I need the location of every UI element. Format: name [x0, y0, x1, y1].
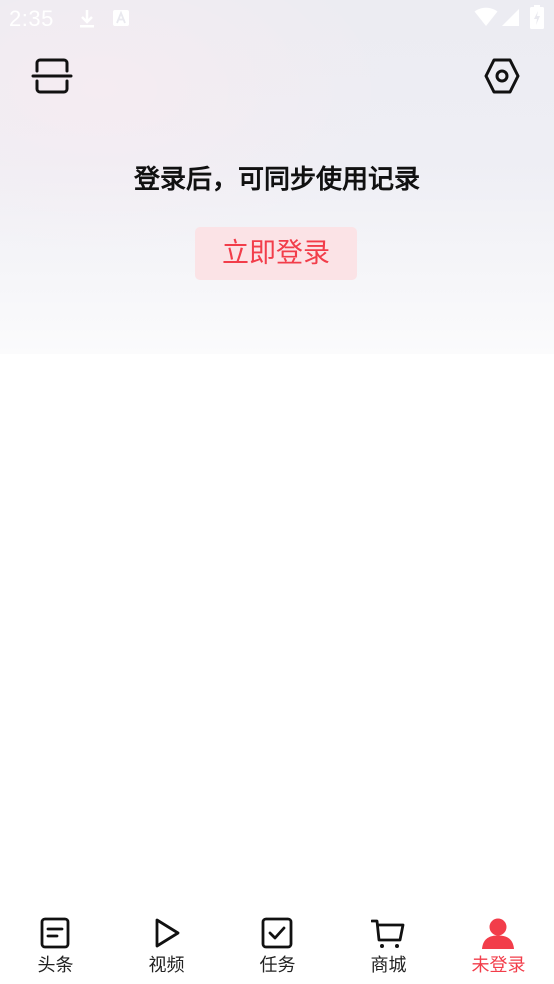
login-now-button[interactable]: 立即登录	[195, 227, 357, 280]
nav-label-headlines: 头条	[37, 955, 74, 976]
settings-icon	[484, 58, 520, 94]
user-icon	[482, 918, 514, 949]
cellular-signal-icon	[502, 9, 519, 26]
nav-label-video: 视频	[148, 955, 185, 976]
nav-label-not-logged-in: 未登录	[471, 955, 526, 976]
video-play-icon	[155, 918, 180, 948]
a-notification-icon	[113, 10, 129, 26]
download-icon	[80, 10, 94, 28]
task-check-icon	[261, 917, 293, 949]
nav-item-tasks[interactable]: 任务	[222, 904, 333, 984]
battery-icon	[530, 5, 544, 29]
scan-icon	[31, 58, 73, 94]
nav-item-not-logged-in[interactable]: 未登录	[443, 904, 554, 984]
status-bar: 2:35	[0, 0, 554, 38]
news-icon	[40, 917, 70, 949]
status-time: 2:35	[9, 6, 54, 31]
nav-item-video[interactable]: 视频	[111, 904, 222, 984]
wifi-icon	[474, 7, 498, 26]
nav-item-headlines[interactable]: 头条	[0, 904, 111, 984]
nav-label-tasks: 任务	[259, 955, 296, 976]
nav-label-mall: 商城	[370, 955, 407, 976]
bottom-nav: 头条 视频 任务 商城 未登录	[0, 904, 554, 984]
settings-button[interactable]	[480, 54, 524, 98]
scan-button[interactable]	[30, 54, 74, 98]
nav-item-mall[interactable]: 商城	[333, 904, 444, 984]
login-prompt-text: 登录后，可同步使用记录	[133, 165, 420, 195]
shopping-cart-icon	[371, 919, 405, 948]
screen: 2:35 登录后，可同步使用记录 立即登录 头条 视频 任务 商城 未登录	[0, 0, 554, 984]
